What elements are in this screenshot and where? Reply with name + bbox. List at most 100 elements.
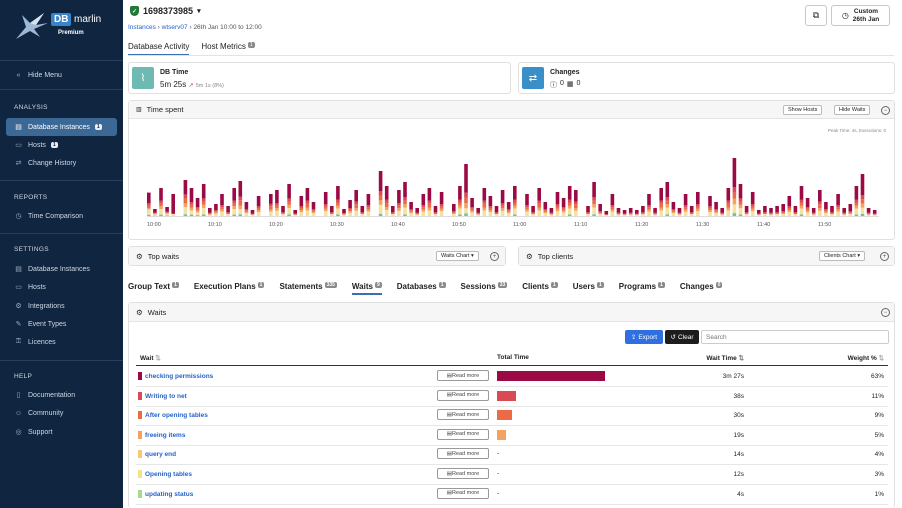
chart-bar-segment[interactable] — [628, 208, 633, 213]
chart-bar-segment[interactable] — [567, 202, 572, 206]
sidebar-item-settings-database-instances[interactable]: ▤ Database Instances — [0, 260, 123, 278]
chart-bar-segment[interactable] — [238, 200, 243, 206]
chart-bar-segment[interactable] — [183, 203, 188, 207]
chart-bar-segment[interactable] — [232, 188, 236, 201]
chart-bar-segment[interactable] — [336, 199, 340, 203]
chart-bar-segment[interactable] — [641, 213, 645, 214]
chart-bar-segment[interactable] — [494, 213, 499, 214]
chart-bar-segment[interactable] — [403, 214, 407, 216]
chart-bar-segment[interactable] — [659, 200, 663, 204]
chart-bar-segment[interactable] — [342, 213, 346, 214]
chart-bar-segment[interactable] — [811, 208, 816, 213]
chart-bar-segment[interactable] — [677, 212, 682, 214]
chart-bar-segment[interactable] — [147, 208, 151, 210]
chart-bar-segment[interactable] — [500, 203, 505, 206]
chart-bar-segment[interactable] — [757, 214, 761, 215]
chart-bar-segment[interactable] — [354, 208, 358, 211]
chart-bar-segment[interactable] — [214, 213, 218, 216]
chart-bar-segment[interactable] — [366, 211, 371, 216]
chart-bar-segment[interactable] — [397, 205, 401, 209]
sidebar-item-community[interactable]: ☺ Community — [0, 404, 123, 422]
chart-bar-segment[interactable] — [458, 186, 462, 200]
chart-bar-segment[interactable] — [775, 214, 779, 216]
chart-bar-segment[interactable] — [549, 212, 554, 214]
export-button[interactable]: ⇪ Export — [625, 330, 663, 344]
chart-bar-segment[interactable] — [348, 209, 352, 212]
hide-waits-button[interactable]: Hide Waits — [834, 105, 871, 115]
chart-bar-segment[interactable] — [659, 207, 663, 211]
search-input[interactable] — [701, 330, 889, 344]
chart-bar-segment[interactable] — [610, 209, 615, 212]
chart-bar-segment[interactable] — [287, 198, 291, 202]
tab-execution-plans[interactable]: Execution Plans 1 — [194, 282, 265, 295]
expand-icon[interactable]: + — [490, 252, 499, 261]
chart-bar-segment[interactable] — [860, 195, 865, 200]
chart-bar-segment[interactable] — [635, 214, 639, 215]
chart-bar-segment[interactable] — [513, 186, 517, 200]
chart-bar-segment[interactable] — [494, 214, 499, 216]
chart-bar-segment[interactable] — [147, 192, 151, 203]
chart-bar-segment[interactable] — [409, 211, 413, 214]
chart-bar-segment[interactable] — [757, 214, 761, 216]
chart-bar-segment[interactable] — [647, 207, 651, 210]
chart-bar-segment[interactable] — [574, 190, 578, 202]
chart-bar-segment[interactable] — [299, 208, 304, 210]
chart-bar-segment[interactable] — [555, 204, 560, 207]
chart-bar-segment[interactable] — [653, 213, 657, 215]
chart-bar-segment[interactable] — [458, 199, 462, 203]
chart-bar-segment[interactable] — [598, 204, 602, 212]
chart-bar-segment[interactable] — [226, 206, 230, 212]
chart-bar-segment[interactable] — [427, 210, 432, 216]
chart-bar-segment[interactable] — [269, 194, 273, 204]
chart-bar-segment[interactable] — [342, 214, 346, 216]
chart-bar-segment[interactable] — [470, 210, 474, 213]
chart-bar-segment[interactable] — [836, 207, 840, 210]
chart-bar-segment[interactable] — [805, 207, 810, 209]
chart-bar-segment[interactable] — [653, 212, 657, 214]
chart-bar-segment[interactable] — [506, 202, 511, 209]
chart-bar-segment[interactable] — [732, 198, 737, 205]
chart-bar-segment[interactable] — [854, 202, 859, 206]
chart-bar-segment[interactable] — [836, 205, 840, 208]
tab-sessions[interactable]: Sessions 33 — [461, 282, 508, 295]
chart-bar-segment[interactable] — [714, 210, 718, 212]
chart-bar-segment[interactable] — [360, 214, 365, 216]
chart-bar-segment[interactable] — [726, 200, 731, 204]
chart-bar-segment[interactable] — [818, 210, 822, 216]
chart-bar-segment[interactable] — [232, 200, 236, 204]
chart-bar-segment[interactable] — [610, 194, 615, 205]
chart-bar-segment[interactable] — [305, 203, 310, 208]
chart-bar-segment[interactable] — [287, 208, 291, 215]
chart-bar-segment[interactable] — [567, 186, 572, 200]
chart-bar-segment[interactable] — [323, 204, 328, 207]
wait-name-link[interactable]: Writing to net — [145, 393, 187, 400]
chart-bar-segment[interactable] — [165, 207, 169, 212]
chart-bar-segment[interactable] — [147, 205, 151, 209]
chart-bar-segment[interactable] — [799, 214, 804, 217]
read-more-button[interactable]: ▤ Read more — [437, 428, 489, 440]
chart-bar-segment[interactable] — [488, 212, 493, 216]
table-row[interactable]: After opening tables ▤ Read more 30s 9% — [136, 406, 888, 427]
chart-bar-segment[interactable] — [391, 206, 395, 212]
chart-bar-segment[interactable] — [256, 212, 261, 216]
chart-bar-segment[interactable] — [153, 213, 157, 214]
chart-bar-segment[interactable] — [403, 197, 407, 201]
chart-bar-segment[interactable] — [208, 214, 212, 216]
chart-bar-segment[interactable] — [744, 212, 749, 213]
chart-bar-segment[interactable] — [433, 214, 438, 216]
chart-bar-segment[interactable] — [500, 205, 505, 209]
chart-bar-segment[interactable] — [195, 210, 200, 213]
chart-bar-segment[interactable] — [543, 209, 548, 211]
chart-bar-segment[interactable] — [744, 214, 749, 216]
chart-bar-segment[interactable] — [610, 207, 615, 210]
chart-bar-segment[interactable] — [616, 213, 621, 215]
db-time-card[interactable]: ⌇ DB Time 5m 25s ↗ 5m 1s (8%) — [128, 62, 511, 94]
chart-bar-segment[interactable] — [848, 211, 853, 213]
chart-bar-segment[interactable] — [360, 213, 365, 214]
chart-bar-segment[interactable] — [409, 202, 413, 209]
chart-bar-segment[interactable] — [494, 206, 499, 212]
chart-bar-segment[interactable] — [452, 204, 456, 212]
chart-bar-segment[interactable] — [665, 214, 670, 216]
chart-bar-segment[interactable] — [165, 211, 169, 213]
chart-bar-segment[interactable] — [452, 212, 456, 214]
